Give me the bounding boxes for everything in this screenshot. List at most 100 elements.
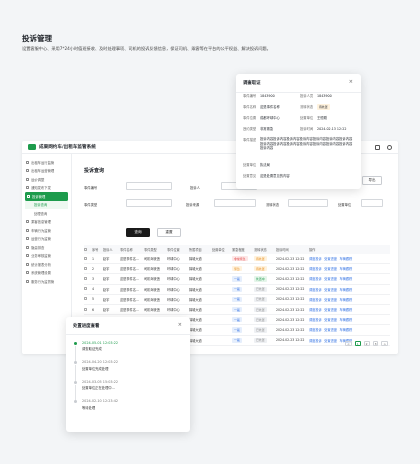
row-action-link[interactable]: 处置进度 [324,328,337,332]
event-no-input[interactable] [126,182,172,190]
row-action-link[interactable]: 调度投诉 [309,298,322,302]
row-checkbox[interactable] [84,287,87,291]
reset-button[interactable]: 重置 [157,228,181,237]
row-action-link[interactable]: 车辆跟踪 [340,288,353,292]
row-action-link[interactable]: 车辆跟踪 [340,308,353,312]
table-cell: 赵宇 [103,287,110,292]
sidebar-item-label: 出租车运营管理 [31,169,55,174]
table-cell: 已处置 [254,296,276,302]
close-icon[interactable]: × [178,322,182,328]
field-position: 事件位置 成都环球中心 [243,115,280,120]
table-cell: 2024.02.23 12:22 [276,256,305,261]
row-action-link[interactable]: 处置进度 [324,257,337,261]
table-cell: 这是事件名... [120,308,139,313]
row-action-link[interactable]: 处置进度 [324,267,337,271]
settings-icon[interactable] [375,144,380,150]
row-action-link[interactable]: 车辆跟踪 [340,257,353,261]
sidebar-item[interactable]: 业务审核监管 [22,252,71,261]
table-cell [84,297,92,301]
menu-icon [26,186,29,190]
value: 王恒刚 [317,116,327,120]
select-all-checkbox[interactable] [84,247,87,251]
sidebar-item-label: 隐患排查 [31,245,45,250]
label: 处置单位 [300,116,314,120]
sidebar-item[interactable]: 乘客信息管理 [22,218,71,227]
row-action-link[interactable]: 处置进度 [324,339,337,343]
row-action-link[interactable]: 车辆跟踪 [340,298,353,302]
prev-page-button[interactable]: < [345,341,352,346]
row-checkbox[interactable] [84,266,87,270]
sidebar-item[interactable]: 投诉管理 [25,192,68,201]
row-checkbox[interactable] [84,307,87,311]
row-action-link[interactable]: 处置进度 [324,318,337,322]
table-cell: 司机驾驶违 [144,287,160,292]
table-cell: 非常紧急 [232,256,254,262]
table-cell: 调度投诉 处置进度 车辆跟踪 [309,276,369,281]
field-name: 事件名称 这是事件名称 [243,104,280,109]
sidebar-item[interactable]: 系统管理设置 [22,269,71,278]
row-action-link[interactable]: 调度投诉 [309,288,322,292]
timeline-connector [75,365,76,381]
close-icon[interactable]: × [349,79,353,85]
sidebar-item[interactable]: 出租车运行监管 [22,158,71,167]
timeline-dot-icon [74,380,77,384]
sidebar-item-label: 投诉查询 [34,203,48,208]
sidebar-item[interactable]: 运营行为监管 [22,235,71,244]
page-number[interactable]: 2 [363,341,370,346]
sidebar-item[interactable]: 服务行为监督管 [22,277,71,286]
row-action-link[interactable]: 调度投诉 [309,267,322,271]
row-action-link[interactable]: 调度投诉 [309,318,322,322]
row-action-link[interactable]: 车辆跟踪 [340,328,353,332]
sidebar-item-label: 运价调整 [31,177,45,182]
sidebar-item[interactable]: 通知发布下发 [22,184,71,193]
label: 事件描述 [243,138,257,142]
row-action-link[interactable]: 调度投诉 [309,339,322,343]
timeline-time: 2024-02-10 12:23:42 [82,399,119,403]
row-action-link[interactable]: 车辆跟踪 [340,277,353,281]
row-checkbox[interactable] [84,256,87,260]
event-type-select[interactable] [126,199,172,207]
row-action-link[interactable]: 调度投诉 [309,328,322,332]
user-icon[interactable] [387,144,392,150]
page-number[interactable]: 1 [354,341,361,346]
row-action-link[interactable]: 车辆跟踪 [340,267,353,271]
sidebar-item[interactable]: 统计报表分析 [22,260,71,269]
page-number[interactable]: 3 [372,341,379,346]
row-action-link[interactable]: 处置进度 [324,288,337,292]
status-select[interactable] [288,199,328,207]
table-cell: 一般 [232,296,254,302]
export-label: 导出 [368,178,376,182]
row-checkbox[interactable] [84,276,87,280]
urgency-badge: 一般 [232,327,242,333]
search-button[interactable]: 查询 [126,228,150,237]
sidebar-item[interactable]: 投诉查询 [25,200,68,209]
sidebar-item[interactable]: 运价调整 [22,175,71,184]
sidebar-item[interactable]: 车辆行为监管 [22,226,71,235]
column-header: 操作 [309,248,316,252]
menu-icon [26,177,29,181]
row-action-link[interactable]: 调度投诉 [309,257,322,261]
handler-select[interactable] [361,199,383,207]
status-badge: 已处置 [254,286,267,292]
sidebar-item[interactable]: 隐患排查 [22,243,71,252]
row-checkbox[interactable] [84,297,87,301]
timeline-item: 2024-05-01 12:03:22 调查取证完成 [74,341,183,362]
sidebar-item[interactable]: 处理查询 [22,209,71,218]
row-action-link[interactable]: 车辆跟踪 [340,318,353,322]
row-action-link[interactable]: 处置进度 [324,308,337,312]
row-action-link[interactable]: 调度投诉 [309,277,322,281]
timeline-text: 处置单位完成处理 [82,366,109,371]
table-cell: 环球中心 [167,308,180,313]
progress-timeline: 2024-05-01 12:03:22 调查取证完成 2024-04-20 12:0… [73,341,183,419]
status-badge: 已处置 [254,306,267,313]
row-action-link[interactable]: 处置进度 [324,298,337,302]
source-select[interactable] [214,199,256,207]
row-action-link[interactable]: 调度投诉 [309,308,322,312]
export-button[interactable]: 导出 [362,176,382,185]
table-cell: 赵宇 [103,308,110,313]
next-page-button[interactable]: > [381,341,388,346]
table-cell: 一般 [232,337,254,343]
row-action-link[interactable]: 处置进度 [324,277,337,281]
sidebar-item[interactable]: 出租车运营管理 [22,167,71,176]
column-header [84,247,92,252]
